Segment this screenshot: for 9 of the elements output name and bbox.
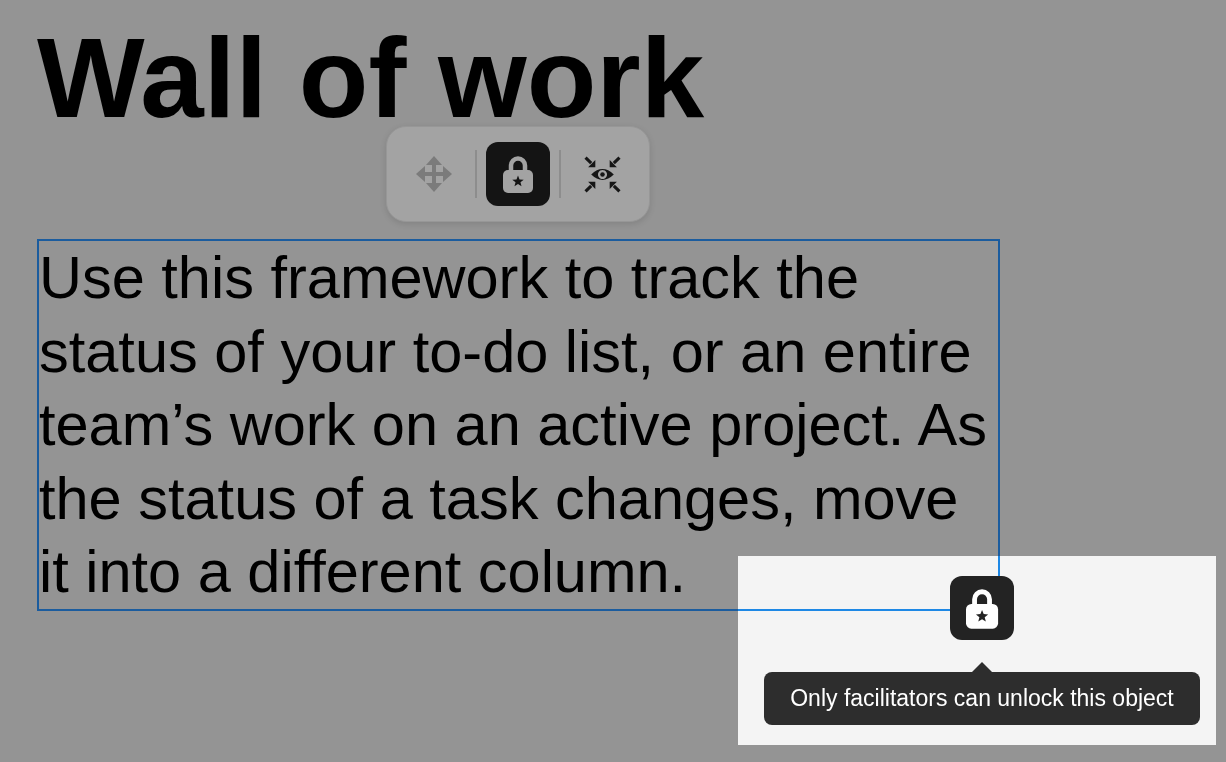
eye-arrows-icon [583,155,621,193]
lock-icon[interactable] [950,576,1014,640]
board-title: Wall of work [36,13,705,135]
tooltip-arrow-icon [972,662,992,672]
text-block[interactable]: Use this framework to track the status of your to-do list, or an entire team’s work on an active project. As the status of a task changes, move it into a different column. [37,239,1000,611]
tooltip: Only facilitators can unlock this object [764,672,1200,725]
lock-icon [503,155,533,193]
lock-button[interactable] [486,142,550,206]
four-way-arrow-icon [416,156,452,192]
